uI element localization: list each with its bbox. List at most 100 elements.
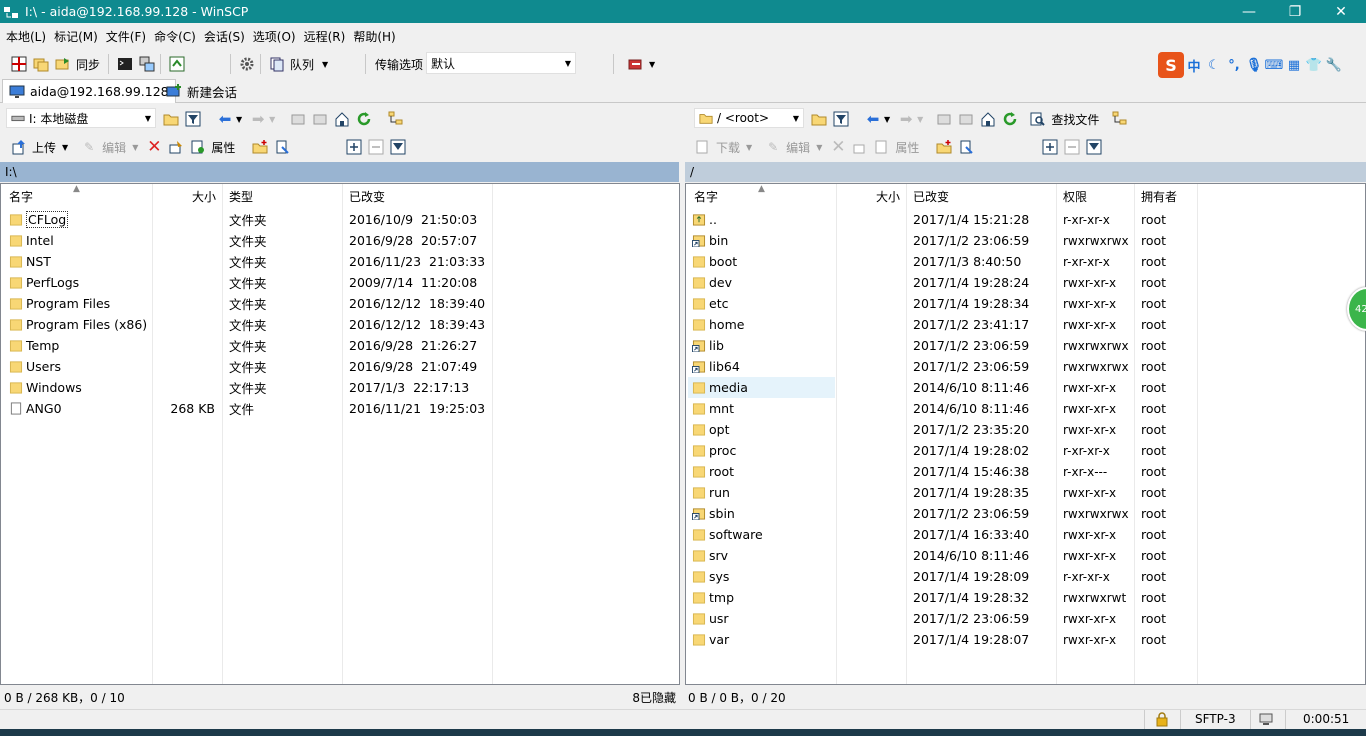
- back-arrow-icon[interactable]: ⬅: [863, 109, 883, 129]
- table-row[interactable]: Windows 文件夹 2017/1/3 22:17:13: [1, 377, 679, 398]
- compare-dirs-icon[interactable]: [9, 54, 29, 74]
- edit-icon[interactable]: ✎: [763, 137, 783, 157]
- filter-icon[interactable]: [183, 109, 203, 129]
- table-row[interactable]: software 2017/1/4 16:33:40 rwxr-xr-x root: [686, 524, 1365, 545]
- table-row[interactable]: NST 文件夹 2016/11/23 21:03:33: [1, 251, 679, 272]
- table-row[interactable]: root 2017/1/4 15:46:38 r-xr-x--- root: [686, 461, 1365, 482]
- menu-remote[interactable]: 远程(R): [304, 28, 346, 45]
- table-row[interactable]: lib64 2017/1/2 23:06:59 rwxrwxrwx root: [686, 356, 1365, 377]
- table-row[interactable]: usr 2017/1/2 23:06:59 rwxr-xr-x root: [686, 608, 1365, 629]
- table-row[interactable]: opt 2017/1/2 23:35:20 rwxr-xr-x root: [686, 419, 1365, 440]
- forward-arrow-icon[interactable]: ➡: [896, 109, 916, 129]
- root-dir-icon[interactable]: [956, 109, 976, 129]
- back-arrow-icon[interactable]: ⬅: [215, 109, 235, 129]
- delete-icon[interactable]: ✕: [828, 137, 848, 157]
- table-row[interactable]: proc 2017/1/4 19:28:02 r-xr-xr-x root: [686, 440, 1365, 461]
- open-directory-icon[interactable]: [161, 109, 181, 129]
- menu-file[interactable]: 文件(F): [106, 28, 146, 45]
- putty-icon[interactable]: [137, 54, 157, 74]
- local-drive-select[interactable]: I: 本地磁盘 ▼: [6, 108, 156, 128]
- find-files-icon[interactable]: [1028, 109, 1048, 129]
- restore-button[interactable]: ❐: [1272, 0, 1318, 23]
- remote-path-select[interactable]: / <root> ▼: [694, 108, 804, 128]
- filter-select-icon[interactable]: [388, 137, 408, 157]
- preferences-gear-icon[interactable]: [237, 54, 257, 74]
- col-changed-header[interactable]: 已改变: [913, 184, 949, 208]
- rename-icon[interactable]: [166, 137, 186, 157]
- upload-icon[interactable]: [9, 137, 29, 157]
- table-row[interactable]: Program Files 文件夹 2016/12/12 18:39:40: [1, 293, 679, 314]
- parent-dir-icon[interactable]: [288, 109, 308, 129]
- remote-file-list[interactable]: 名字 ▲ 大小 已改变 权限 拥有者 .. 2017/1/4 15:21:28 r-…: [685, 183, 1366, 685]
- select-all-plus-icon[interactable]: [1040, 137, 1060, 157]
- delete-icon[interactable]: ✕: [144, 137, 164, 157]
- upload-button[interactable]: 上传: [32, 139, 56, 156]
- queue-icon[interactable]: [267, 54, 287, 74]
- microphone-icon[interactable]: 🎙: [1244, 55, 1264, 75]
- table-row[interactable]: mnt 2014/6/10 8:11:46 rwxr-xr-x root: [686, 398, 1365, 419]
- edit-button[interactable]: 编辑: [786, 139, 810, 156]
- download-dropdown-icon[interactable]: ▼: [746, 143, 752, 152]
- table-row[interactable]: CFLog 文件夹 2016/10/9 21:50:03: [1, 209, 679, 230]
- find-files-button[interactable]: 查找文件: [1051, 111, 1099, 128]
- menu-session[interactable]: 会话(S): [204, 28, 245, 45]
- properties-button[interactable]: 属性: [211, 139, 235, 156]
- tree-view-icon[interactable]: [386, 109, 406, 129]
- upload-dropdown-icon[interactable]: ▼: [62, 143, 68, 152]
- sogou-logo-icon[interactable]: S: [1158, 52, 1184, 78]
- table-row[interactable]: ANG0 268 KB 文件 2016/11/21 19:25:03: [1, 398, 679, 419]
- select-all-plus-icon[interactable]: [344, 137, 364, 157]
- col-owner-header[interactable]: 拥有者: [1141, 184, 1177, 208]
- site-dropdown-icon[interactable]: ▼: [649, 60, 655, 69]
- sync-button[interactable]: 同步: [76, 56, 100, 73]
- wrench-icon[interactable]: 🔧: [1324, 55, 1344, 75]
- table-row[interactable]: tmp 2017/1/4 19:28:32 rwxrwxrwt root: [686, 587, 1365, 608]
- table-row[interactable]: etc 2017/1/4 19:28:34 rwxr-xr-x root: [686, 293, 1365, 314]
- table-row[interactable]: Program Files (x86) 文件夹 2016/12/12 18:39:4…: [1, 314, 679, 335]
- tab-new-session[interactable]: 新建会话: [160, 79, 243, 103]
- edit-icon[interactable]: ✎: [79, 137, 99, 157]
- table-row[interactable]: sbin 2017/1/2 23:06:59 rwxrwxrwx root: [686, 503, 1365, 524]
- menu-local[interactable]: 本地(L): [6, 28, 46, 45]
- skin-shirt-icon[interactable]: 👕: [1304, 55, 1324, 75]
- sync-browse-icon[interactable]: [31, 54, 51, 74]
- punctuation-icon[interactable]: °,: [1224, 55, 1244, 75]
- download-icon[interactable]: [693, 137, 713, 157]
- menu-options[interactable]: 选项(O): [253, 28, 296, 45]
- col-rights-header[interactable]: 权限: [1063, 184, 1087, 208]
- edit-button[interactable]: 编辑: [102, 139, 126, 156]
- table-row[interactable]: lib 2017/1/2 23:06:59 rwxrwxrwx root: [686, 335, 1365, 356]
- home-icon[interactable]: [978, 109, 998, 129]
- sync-icon[interactable]: [53, 54, 73, 74]
- forward-dropdown-icon[interactable]: ▼: [917, 115, 923, 124]
- new-file-icon[interactable]: [956, 137, 976, 157]
- table-row[interactable]: .. 2017/1/4 15:21:28 r-xr-xr-x root: [686, 209, 1365, 230]
- properties-icon[interactable]: [188, 137, 208, 157]
- tab-session-aida[interactable]: aida@192.168.99.128: [2, 79, 176, 103]
- parent-dir-icon[interactable]: [934, 109, 954, 129]
- col-changed-header[interactable]: 已改变: [349, 184, 385, 208]
- queue-dropdown-icon[interactable]: ▼: [322, 60, 328, 69]
- site-connect-icon[interactable]: [626, 54, 646, 74]
- table-row[interactable]: srv 2014/6/10 8:11:46 rwxr-xr-x root: [686, 545, 1365, 566]
- table-row[interactable]: boot 2017/1/3 8:40:50 r-xr-xr-x root: [686, 251, 1365, 272]
- table-row[interactable]: bin 2017/1/2 23:06:59 rwxrwxrwx root: [686, 230, 1365, 251]
- col-name-header[interactable]: 名字: [694, 184, 718, 208]
- properties-icon[interactable]: [872, 137, 892, 157]
- edit-dropdown-icon[interactable]: ▼: [132, 143, 138, 152]
- table-row[interactable]: dev 2017/1/4 19:28:24 rwxr-xr-x root: [686, 272, 1365, 293]
- unselect-minus-icon[interactable]: [1062, 137, 1082, 157]
- col-size-header[interactable]: 大小: [876, 184, 900, 208]
- forward-arrow-icon[interactable]: ➡: [248, 109, 268, 129]
- col-size-header[interactable]: 大小: [192, 184, 216, 208]
- new-file-icon[interactable]: [272, 137, 292, 157]
- ime-chinese-mode[interactable]: 中: [1184, 55, 1204, 75]
- back-dropdown-icon[interactable]: ▼: [884, 115, 890, 124]
- root-dir-icon[interactable]: [310, 109, 330, 129]
- open-directory-icon[interactable]: [809, 109, 829, 129]
- edit-dropdown-icon[interactable]: ▼: [816, 143, 822, 152]
- forward-dropdown-icon[interactable]: ▼: [269, 115, 275, 124]
- new-folder-icon[interactable]: [250, 137, 270, 157]
- col-name-header[interactable]: 名字: [9, 184, 33, 208]
- menu-mark[interactable]: 标记(M): [54, 28, 98, 45]
